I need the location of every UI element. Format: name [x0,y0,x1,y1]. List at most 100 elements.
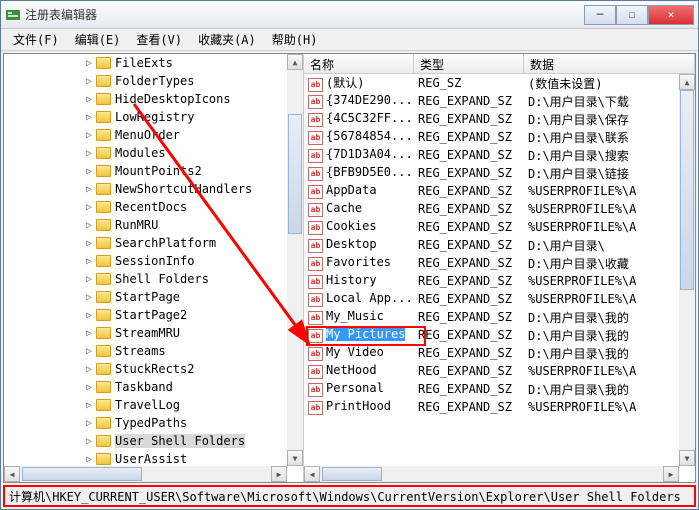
tree-item[interactable]: ▷HideDesktopIcons [4,90,303,108]
expand-icon[interactable]: ▷ [84,58,94,68]
scroll-right-button[interactable]: ▶ [271,466,287,482]
scroll-thumb[interactable] [322,467,382,481]
tree-item[interactable]: ▷FolderTypes [4,72,303,90]
list-row[interactable]: abMy_MusicREG_EXPAND_SZD:\用户目录\我的 [304,308,695,326]
list-row[interactable]: ab{7D1D3A04...REG_EXPAND_SZD:\用户目录\搜索 [304,146,695,164]
tree-item[interactable]: ▷MountPoints2 [4,162,303,180]
tree-item[interactable]: ▷RunMRU [4,216,303,234]
tree-hscrollbar[interactable]: ◀ ▶ [4,466,287,482]
list-row[interactable]: ab{374DE290...REG_EXPAND_SZD:\用户目录\下载 [304,92,695,110]
col-name[interactable]: 名称 [304,54,414,73]
expand-icon[interactable]: ▷ [84,310,94,320]
expand-icon[interactable]: ▷ [84,76,94,86]
list-vscrollbar[interactable]: ▲ ▼ [679,74,695,466]
expand-icon[interactable]: ▷ [84,436,94,446]
scroll-down-button[interactable]: ▼ [679,450,695,466]
col-type[interactable]: 类型 [414,54,524,73]
list-row[interactable]: ab{4C5C32FF...REG_EXPAND_SZD:\用户目录\保存 [304,110,695,128]
expand-icon[interactable]: ▷ [84,454,94,464]
list-row[interactable]: abCacheREG_EXPAND_SZ%USERPROFILE%\A [304,200,695,218]
expand-icon[interactable]: ▷ [84,94,94,104]
list-row[interactable]: abPrintHoodREG_EXPAND_SZ%USERPROFILE%\A [304,398,695,416]
tree-pane[interactable]: ▷FileExts▷FolderTypes▷HideDesktopIcons▷L… [4,54,304,482]
value-type-cell: REG_EXPAND_SZ [414,400,524,414]
scroll-up-button[interactable]: ▲ [679,74,695,90]
expand-icon[interactable]: ▷ [84,220,94,230]
close-button[interactable]: ✕ [648,5,694,25]
scroll-left-button[interactable]: ◀ [4,466,20,482]
maximize-button[interactable]: ☐ [616,5,648,25]
tree-item[interactable]: ▷StreamMRU [4,324,303,342]
tree-item[interactable]: ▷LowRegistry [4,108,303,126]
menu-help[interactable]: 帮助(H) [264,29,326,50]
tree-item[interactable]: ▷SearchPlatform [4,234,303,252]
scroll-up-button[interactable]: ▲ [287,54,303,70]
list-row[interactable]: abLocal App...REG_EXPAND_SZ%USERPROFILE%… [304,290,695,308]
string-value-icon: ab [308,383,323,397]
expand-icon[interactable]: ▷ [84,400,94,410]
menu-view[interactable]: 查看(V) [128,29,190,50]
expand-icon[interactable]: ▷ [84,256,94,266]
tree-item[interactable]: ▷Modules [4,144,303,162]
scroll-left-button[interactable]: ◀ [304,466,320,482]
tree-item[interactable]: ▷FileExts [4,54,303,72]
scroll-thumb[interactable] [680,90,694,290]
list-row[interactable]: abMy PicturesREG_EXPAND_SZD:\用户目录\我的 [304,326,695,344]
titlebar[interactable]: 注册表编辑器 ─ ☐ ✕ [1,1,698,29]
tree-item[interactable]: ▷NewShortcutHandlers [4,180,303,198]
tree-vscrollbar[interactable]: ▲ ▼ [287,54,303,466]
list-row[interactable]: abDesktopREG_EXPAND_SZD:\用户目录\ [304,236,695,254]
list-row[interactable]: abFavoritesREG_EXPAND_SZD:\用户目录\收藏 [304,254,695,272]
list-row[interactable]: abMy VideoREG_EXPAND_SZD:\用户目录\我的 [304,344,695,362]
list-row[interactable]: ab(默认)REG_SZ(数值未设置) [304,74,695,92]
tree-item[interactable]: ▷MenuOrder [4,126,303,144]
menu-edit[interactable]: 编辑(E) [67,29,129,50]
tree-item[interactable]: ▷StartPage2 [4,306,303,324]
menu-file[interactable]: 文件(F) [5,29,67,50]
expand-icon[interactable]: ▷ [84,292,94,302]
tree-item[interactable]: ▷StartPage [4,288,303,306]
expand-icon[interactable]: ▷ [84,382,94,392]
expand-icon[interactable]: ▷ [84,274,94,284]
expand-icon[interactable]: ▷ [84,184,94,194]
list-row[interactable]: abNetHoodREG_EXPAND_SZ%USERPROFILE%\A [304,362,695,380]
scroll-thumb[interactable] [288,114,302,234]
tree-item[interactable]: ▷TypedPaths [4,414,303,432]
scroll-down-button[interactable]: ▼ [287,450,303,466]
tree-item[interactable]: ▷Taskband [4,378,303,396]
expand-icon[interactable]: ▷ [84,148,94,158]
expand-icon[interactable]: ▷ [84,364,94,374]
tree-item[interactable]: ▷User Shell Folders [4,432,303,450]
expand-icon[interactable]: ▷ [84,328,94,338]
list-pane[interactable]: 名称 类型 数据 ab(默认)REG_SZ(数值未设置)ab{374DE290.… [304,54,695,482]
string-value-icon: ab [308,113,323,127]
list-hscrollbar[interactable]: ◀ ▶ [304,466,679,482]
scroll-thumb[interactable] [22,467,142,481]
list-row[interactable]: abHistoryREG_EXPAND_SZ%USERPROFILE%\A [304,272,695,290]
value-data-cell: %USERPROFILE%\A [524,400,695,414]
scroll-right-button[interactable]: ▶ [663,466,679,482]
expand-icon[interactable]: ▷ [84,166,94,176]
tree-item[interactable]: ▷TravelLog [4,396,303,414]
expand-icon[interactable]: ▷ [84,112,94,122]
menu-favorites[interactable]: 收藏夹(A) [190,29,264,50]
value-name-cell: ab(默认) [304,74,414,92]
expand-icon[interactable]: ▷ [84,346,94,356]
expand-icon[interactable]: ▷ [84,238,94,248]
list-row[interactable]: abAppDataREG_EXPAND_SZ%USERPROFILE%\A [304,182,695,200]
minimize-button[interactable]: ─ [584,5,616,25]
tree-item[interactable]: ▷StuckRects2 [4,360,303,378]
list-row[interactable]: ab{BFB9D5E0...REG_EXPAND_SZD:\用户目录\链接 [304,164,695,182]
tree-item[interactable]: ▷RecentDocs [4,198,303,216]
col-data[interactable]: 数据 [524,54,695,73]
expand-icon[interactable]: ▷ [84,418,94,428]
list-row[interactable]: abPersonalREG_EXPAND_SZD:\用户目录\我的 [304,380,695,398]
list-row[interactable]: abCookiesREG_EXPAND_SZ%USERPROFILE%\A [304,218,695,236]
expand-icon[interactable]: ▷ [84,202,94,212]
folder-icon [96,291,111,303]
expand-icon[interactable]: ▷ [84,130,94,140]
tree-item[interactable]: ▷Shell Folders [4,270,303,288]
tree-item[interactable]: ▷Streams [4,342,303,360]
tree-item[interactable]: ▷SessionInfo [4,252,303,270]
list-row[interactable]: ab{56784854...REG_EXPAND_SZD:\用户目录\联系 [304,128,695,146]
